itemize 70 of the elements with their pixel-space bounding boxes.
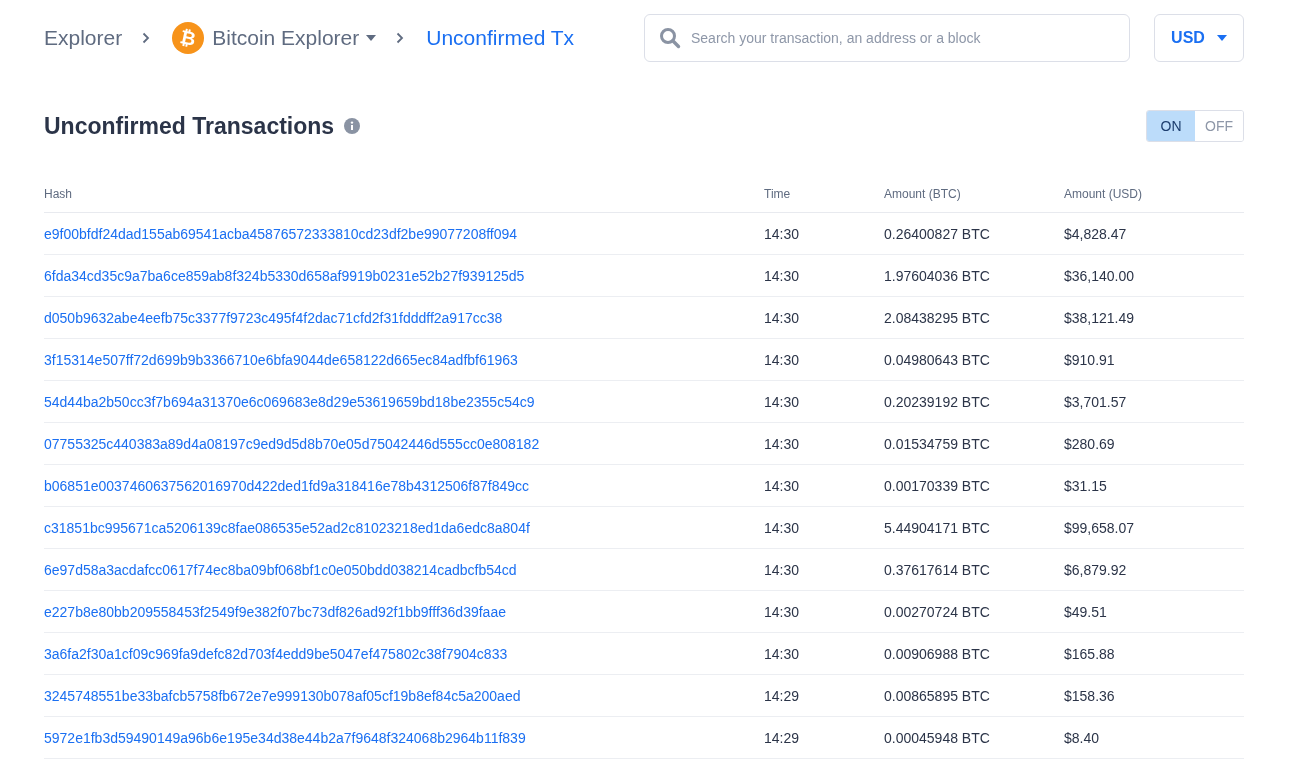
search-icon	[659, 27, 681, 49]
search-field[interactable]: Search your transaction, an address or a block	[644, 14, 1130, 62]
transaction-hash-link[interactable]: 6fda34cd35c9a7ba6ce859ab8f324b5330d658af9919b0231e52b27f939125d5	[44, 267, 525, 284]
transaction-hash-link[interactable]: c31851bc995671ca5206139c8fae086535e52ad2c81023218ed1da6edc8a804f	[44, 519, 530, 536]
table-cell: $8.40	[1064, 729, 1100, 746]
page-title: Unconfirmed Transactions	[44, 112, 335, 140]
breadcrumb-dropdown[interactable]: Bitcoin Explorer	[212, 26, 377, 50]
table-cell: 14:30	[764, 435, 800, 452]
table-cell: $4,828.47	[1064, 225, 1127, 242]
table-cell: $158.36	[1064, 687, 1115, 704]
table-cell: 14:30	[764, 603, 800, 620]
toggle-option[interactable]: ON	[1147, 111, 1195, 141]
table-cell: $99,658.07	[1064, 519, 1135, 536]
table-cell: $910.91	[1064, 351, 1115, 368]
table-cell: $31.15	[1064, 477, 1107, 494]
caret-down-icon	[366, 35, 377, 41]
table-cell: $280.69	[1064, 435, 1115, 452]
table-cell: 14:30	[764, 645, 800, 662]
table-cell: $49.51	[1064, 603, 1107, 620]
table-cell: 14:30	[764, 309, 800, 326]
table-cell: 0.00170339 BTC	[884, 477, 990, 494]
table-cell: 0.01534759 BTC	[884, 435, 990, 452]
chevron-right-icon	[396, 32, 405, 44]
caret-down-icon	[1216, 35, 1227, 41]
breadcrumb-current[interactable]: Unconfirmed Tx	[426, 26, 575, 50]
column-header: Amount (BTC)	[884, 176, 1064, 213]
table-cell: 14:30	[764, 561, 800, 578]
table-cell: 0.00865895 BTC	[884, 687, 990, 704]
table-cell: 0.00045948 BTC	[884, 729, 990, 746]
table-cell: 14:30	[764, 225, 800, 242]
transaction-hash-link[interactable]: e9f00bfdf24dad155ab69541acba45876572333810cd23df2be99077208ff094	[44, 225, 518, 242]
transaction-hash-link[interactable]: 3a6fa2f30a1cf09c969fa9defc82d703f4edd9be5047ef475802c38f7904c833	[44, 645, 508, 662]
table-cell: 0.20239192 BTC	[884, 393, 990, 410]
currency-dropdown[interactable]: USD	[1154, 14, 1244, 62]
transaction-hash-link[interactable]: 3245748551be33bafcb5758fb672e7e999130b078af05cf19b8ef84c5a200aed	[44, 687, 521, 704]
transaction-hash-link[interactable]: 5972e1fb3d59490149a96b6e195e34d38e44b2a7f9648f324068b2964b11f839	[44, 729, 526, 746]
transaction-hash-link[interactable]: 6e97d58a3acdafcc0617f74ec8ba09bf068bf1c0e050bdd038214cadbcfb54cd	[44, 561, 517, 578]
table-cell: 14:29	[764, 687, 800, 704]
transaction-hash-link[interactable]: e227b8e80bb209558453f2549f9e382f07bc73df826ad92f1bb9fff36d39faae	[44, 603, 506, 620]
table-cell: 0.00906988 BTC	[884, 645, 990, 662]
breadcrumb-link[interactable]: Explorer	[44, 26, 123, 50]
column-header: Time	[764, 176, 884, 213]
table-cell: $3,701.57	[1064, 393, 1127, 410]
table-cell: 14:30	[764, 351, 800, 368]
table-cell: 1.97604036 BTC	[884, 267, 990, 284]
info-icon[interactable]	[344, 118, 361, 134]
transaction-hash-link[interactable]: 07755325c440383a89d4a08197c9ed9d5d8b70e05d75042446d555cc0e808182	[44, 435, 540, 452]
table-cell: $36,140.00	[1064, 267, 1135, 284]
transaction-hash-link[interactable]: 54d44ba2b50cc3f7b694a31370e6c069683e8d29e53619659bd18be2355c54c9	[44, 393, 535, 410]
table-cell: 2.08438295 BTC	[884, 309, 990, 326]
bitcoin-logo-icon: ₿	[172, 22, 205, 54]
transaction-hash-link[interactable]: d050b9632abe4eefb75c3377f9723c495f4f2dac71cfd2f31fdddff2a917cc38	[44, 309, 503, 326]
table-cell: 14:29	[764, 729, 800, 746]
table-cell: 0.37617614 BTC	[884, 561, 990, 578]
table-cell: 0.04980643 BTC	[884, 351, 990, 368]
table-cell: $165.88	[1064, 645, 1115, 662]
table-cell: 0.00270724 BTC	[884, 603, 990, 620]
transaction-hash-link[interactable]: b06851e0037460637562016970d422ded1fd9a318416e78b4312506f87f849cc	[44, 477, 530, 494]
column-header: Amount (USD)	[1064, 176, 1244, 213]
table-cell: 14:30	[764, 519, 800, 536]
column-header: Hash	[44, 176, 764, 213]
transaction-hash-link[interactable]: 3f15314e507ff72d699b9b3366710e6bfa9044de658122d665ec84adfbf61963	[44, 351, 518, 368]
table-cell: 14:30	[764, 393, 800, 410]
table-cell: 0.26400827 BTC	[884, 225, 990, 242]
table-cell: 14:30	[764, 267, 800, 284]
table-cell: 14:30	[764, 477, 800, 494]
table-cell: $38,121.49	[1064, 309, 1135, 326]
table-cell: $6,879.92	[1064, 561, 1127, 578]
table-cell: 5.44904171 BTC	[884, 519, 990, 536]
chevron-right-icon	[142, 32, 151, 44]
